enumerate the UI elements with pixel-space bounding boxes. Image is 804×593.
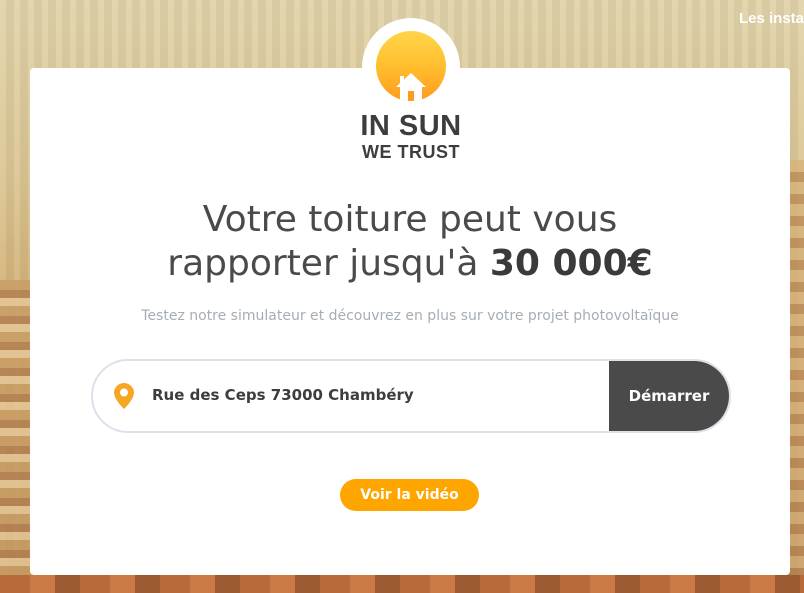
installers-nav-link[interactable]: Les insta [739, 10, 804, 27]
start-button[interactable]: Démarrer [609, 361, 729, 431]
address-input[interactable]: Rue des Ceps 73000 Chambéry [152, 386, 414, 404]
hero-subtitle: Testez notre simulateur et découvrez en … [141, 308, 679, 324]
background-buildings-left [0, 280, 32, 593]
brand-logo-text: IN SUN WE TRUST [330, 110, 492, 162]
sun-house-logo-icon [376, 31, 446, 101]
background-buildings-right [788, 160, 804, 593]
headline-line-1: Votre toiture peut vous [202, 199, 618, 240]
brand-line-1: IN SUN [360, 110, 462, 142]
map-pin-icon [114, 383, 134, 409]
brand-line-2: WE TRUST [362, 142, 460, 162]
hero-headline: Votre toiture peut vous rapporter jusqu'… [30, 198, 790, 286]
headline-amount: 30 000€ [489, 243, 653, 284]
address-search-bar: Rue des Ceps 73000 Chambéry Démarrer [91, 359, 731, 433]
headline-line-2: rapporter jusqu'à 30 000€ [30, 242, 790, 286]
background-roofs [0, 575, 804, 593]
headline-text: rapporter jusqu'à [167, 243, 479, 284]
logo-badge [362, 18, 460, 116]
watch-video-button[interactable]: Voir la vidéo [340, 479, 479, 511]
house-icon [396, 73, 426, 101]
